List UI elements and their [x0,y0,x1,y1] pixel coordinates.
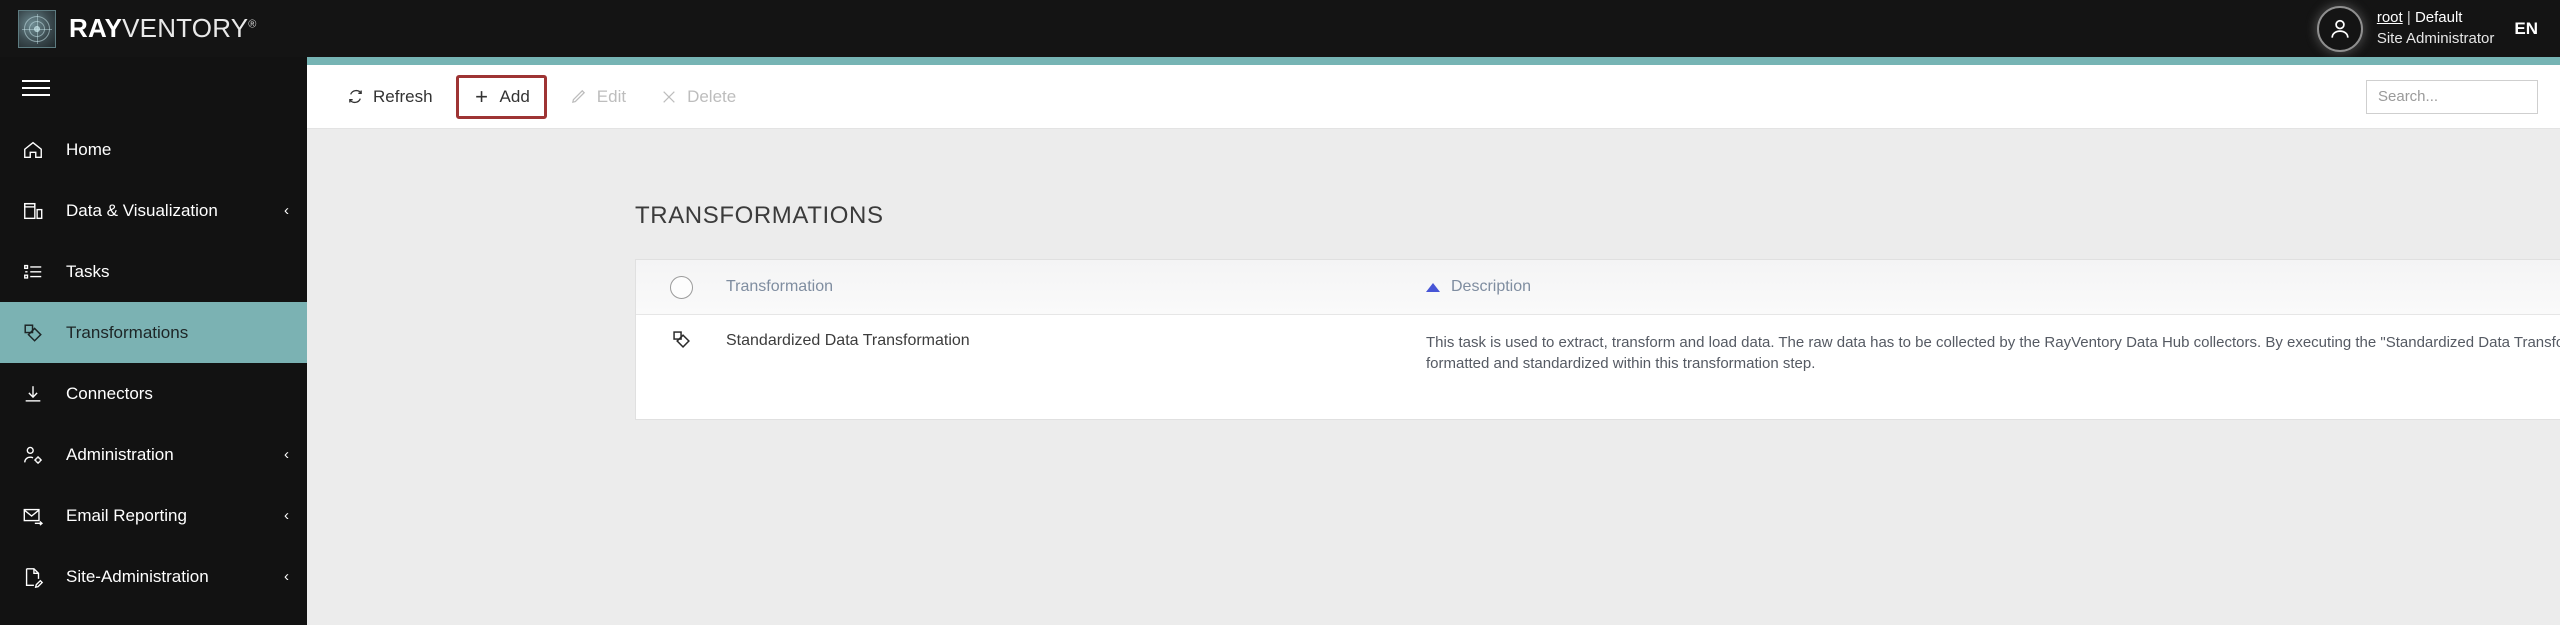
email-send-icon [22,502,54,530]
sidebar-item-label: Data & Visualization [66,200,218,220]
user-info: root | Default Site Administrator [2377,8,2495,49]
top-header-bar: RAYVENTORY® root | Default Site Administ… [0,0,2560,57]
chevron-left-icon[interactable]: ‹ [284,447,289,462]
language-selector[interactable]: EN [2514,19,2538,39]
user-identity-line: root | Default [2377,8,2495,28]
column-header-transformation[interactable]: Transformation [726,278,1426,296]
chevron-left-icon[interactable]: ‹ [284,203,289,218]
hamburger-menu-icon[interactable] [0,57,307,119]
page-title: TRANSFORMATIONS [635,202,884,229]
delete-label: Delete [687,86,737,106]
sidebar-item-home[interactable]: Home [0,119,307,180]
select-all-circle-icon[interactable] [669,275,693,299]
pencil-icon [570,88,588,106]
action-toolbar: Refresh + Add Edit Delete [307,65,2560,129]
sidebar-item-label: Email Reporting [66,505,187,525]
logo-bold-part: RAY [69,13,123,43]
logo-thin-part: VENTORY [122,13,249,43]
sidebar-item-data-visualization[interactable]: Data & Visualization ‹ [0,180,307,241]
transformation-icon [671,329,692,355]
sort-ascending-icon[interactable] [1426,282,1440,292]
delete-button[interactable]: Delete [643,75,753,119]
sidebar-item-label: Site-Administration [66,566,209,586]
search-input[interactable] [2378,88,2560,105]
refresh-icon [346,88,364,106]
sidebar-item-tasks[interactable]: Tasks [0,241,307,302]
user-name-link[interactable]: root [2377,9,2403,26]
table-row[interactable]: Standardized Data Transformation This ta… [636,315,2560,393]
sidebar-item-transformations[interactable]: Transformations [0,302,307,363]
column-header-label: Description [1451,278,1532,295]
sidebar-item-email-reporting[interactable]: Email Reporting ‹ [0,485,307,546]
user-gear-icon [22,441,54,469]
add-label: Add [499,86,530,106]
main-content: Refresh + Add Edit Delete Search... TRAN… [307,57,2560,625]
row-transformation-name: Standardized Data Transformation [726,332,970,349]
column-header-description[interactable]: Description [1426,278,2560,296]
row-icon-cell [636,315,726,355]
sidebar-item-label: Home [66,139,112,159]
download-arrow-icon [22,380,54,408]
edit-label: Edit [596,86,627,106]
table-footer-spacer [636,392,2560,419]
add-button[interactable]: + Add [455,74,547,119]
sidebar-item-connectors[interactable]: Connectors [0,363,307,424]
sidebar-item-site-administration[interactable]: Site-Administration ‹ [0,546,307,607]
sidebar-item-label: Tasks [66,261,110,281]
sidebar-item-administration[interactable]: Administration ‹ [0,424,307,485]
plus-icon: + [475,83,488,109]
user-role: Site Administrator [2376,29,2495,47]
user-avatar-icon[interactable] [2316,5,2363,52]
select-all-cell[interactable] [636,275,726,299]
chevron-left-icon[interactable]: ‹ [284,569,289,584]
app-logo-text: RAYVENTORY® [69,13,257,44]
column-header-label: Transformation [726,278,833,295]
search-box[interactable] [2366,79,2560,114]
transformations-table: Transformation Description Standardized … [635,259,2560,420]
user-account-area[interactable]: root | Default Site Administrator EN [2316,5,2560,52]
task-list-icon [22,258,54,286]
sidebar-item-label: Connectors [66,383,153,403]
edit-button[interactable]: Edit [553,75,643,119]
close-icon [660,88,678,106]
row-description: This task is used to extract, transform … [1426,334,2560,373]
home-icon [22,136,54,164]
refresh-label: Refresh [373,86,433,106]
radar-logo-icon [18,9,56,48]
chevron-left-icon[interactable]: ‹ [284,508,289,523]
transformation-icon [22,319,54,347]
user-separator: | [2406,9,2411,27]
accent-strip [307,57,2560,65]
table-header-row: Transformation Description [636,260,2560,315]
logo-trademark: ® [248,18,257,31]
app-logo[interactable]: RAYVENTORY® [0,9,257,48]
document-edit-icon [22,563,54,591]
refresh-button[interactable]: Refresh [329,75,450,119]
sidebar-item-label: Transformations [66,322,189,342]
dashboard-icon [22,197,54,225]
user-tenant: Default [2414,9,2463,27]
sidebar-nav: Home Data & Visualization ‹ Tasks Transf… [0,57,307,625]
sidebar-item-label: Administration [66,444,174,464]
